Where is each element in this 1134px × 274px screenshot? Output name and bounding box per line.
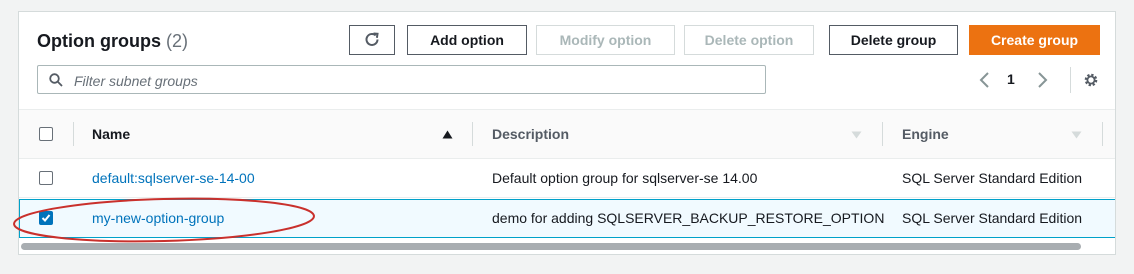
column-divider (1102, 122, 1103, 146)
delete-option-button[interactable]: Delete option (684, 25, 814, 55)
option-group-name-link[interactable]: default:sqlserver-se-14-00 (92, 170, 255, 186)
pager-divider (1070, 67, 1071, 93)
page-title-text: Option groups (37, 31, 161, 51)
option-group-description: demo for adding SQLSERVER_BACKUP_RESTORE… (492, 210, 885, 226)
chevron-left-icon[interactable] (978, 70, 992, 90)
option-group-name-link[interactable]: my-new-option-group (92, 210, 224, 226)
delete-group-button[interactable]: Delete group (829, 25, 958, 55)
select-all-checkbox[interactable] (39, 127, 53, 141)
column-header-engine[interactable]: Engine (902, 126, 949, 142)
create-group-button[interactable]: Create group (969, 25, 1100, 55)
chevron-right-icon[interactable] (1035, 70, 1049, 90)
sort-ascending-icon[interactable] (442, 130, 453, 139)
checkmark-icon (41, 214, 51, 222)
item-count: (2) (166, 31, 188, 51)
option-groups-panel: Option groups (2) Add option Modify opti… (18, 11, 1116, 255)
column-divider (472, 122, 473, 146)
table-row-selected[interactable]: my-new-option-group demo for adding SQLS… (19, 199, 1115, 238)
option-group-engine: SQL Server Standard Edition (902, 210, 1083, 226)
sort-icon[interactable] (1071, 131, 1082, 139)
row-checkbox-checked[interactable] (39, 211, 53, 225)
search-box[interactable] (37, 65, 766, 94)
option-group-description: Default option group for sqlserver-se 14… (492, 170, 758, 186)
horizontal-scrollbar[interactable] (21, 243, 1081, 250)
page-title: Option groups (2) (37, 31, 188, 52)
column-header-description[interactable]: Description (492, 126, 569, 142)
gear-icon[interactable] (1082, 71, 1100, 89)
search-icon (49, 73, 63, 87)
option-group-engine: SQL Server Standard Edition (902, 170, 1083, 186)
table-row[interactable]: default:sqlserver-se-14-00 Default optio… (19, 159, 1115, 198)
sort-icon[interactable] (851, 131, 862, 139)
row-checkbox[interactable] (39, 171, 53, 185)
refresh-button[interactable] (349, 25, 395, 55)
table-header: Name Description Engine (19, 109, 1115, 159)
refresh-icon (365, 32, 379, 46)
column-divider (882, 122, 883, 146)
search-input[interactable] (72, 67, 756, 94)
modify-option-button[interactable]: Modify option (536, 25, 675, 55)
column-header-name[interactable]: Name (92, 126, 130, 142)
column-divider (73, 122, 74, 146)
current-page-number[interactable]: 1 (1007, 71, 1015, 87)
add-option-button[interactable]: Add option (407, 25, 527, 55)
